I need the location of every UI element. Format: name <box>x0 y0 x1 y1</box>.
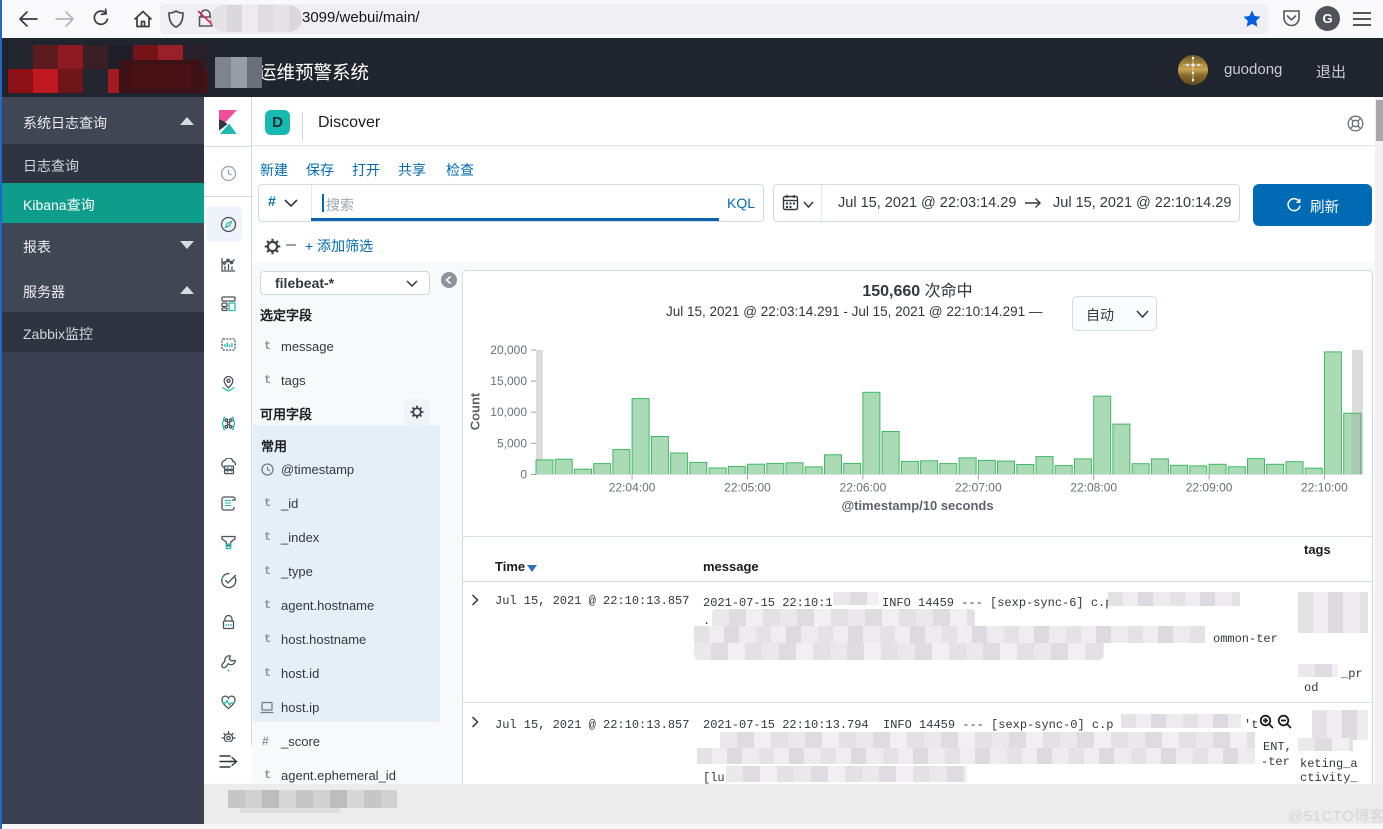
svg-text:15,000: 15,000 <box>490 374 527 388</box>
svg-text:22:06:00: 22:06:00 <box>840 481 887 495</box>
svg-text:5,000: 5,000 <box>497 436 527 450</box>
svg-text:22:04:00: 22:04:00 <box>609 481 656 495</box>
svg-text:22:08:00: 22:08:00 <box>1070 481 1117 495</box>
svg-text:22:10:00: 22:10:00 <box>1301 481 1348 495</box>
svg-text:10,000: 10,000 <box>490 405 527 419</box>
svg-text:22:05:00: 22:05:00 <box>724 481 771 495</box>
svg-text:0: 0 <box>520 468 527 482</box>
svg-text:20,000: 20,000 <box>490 343 527 357</box>
svg-text:22:07:00: 22:07:00 <box>955 481 1002 495</box>
svg-text:22:09:00: 22:09:00 <box>1186 481 1233 495</box>
